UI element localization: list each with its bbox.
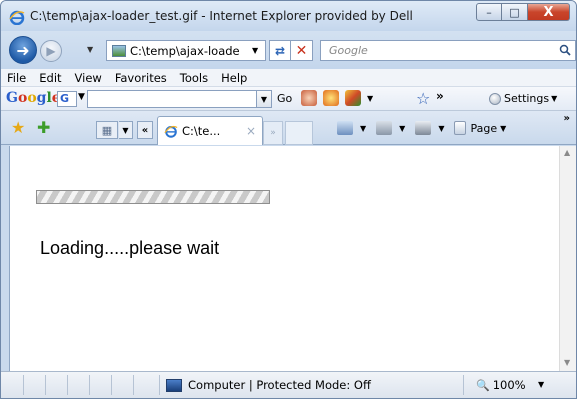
status-divider bbox=[89, 375, 90, 395]
settings-icon bbox=[489, 92, 501, 105]
status-divider bbox=[23, 375, 24, 395]
zoom-control[interactable]: 🔍 100% bbox=[476, 378, 526, 392]
google-toolbar-more[interactable]: » bbox=[436, 89, 444, 103]
tab-active[interactable]: C:\te... × bbox=[157, 116, 263, 145]
address-dropdown[interactable]: ▼ bbox=[252, 46, 258, 55]
command-bar-more[interactable]: » bbox=[564, 113, 570, 124]
google-menu-button[interactable]: G bbox=[57, 91, 77, 107]
settings-label: Settings bbox=[504, 92, 550, 105]
stop-button[interactable]: ✕ bbox=[291, 40, 313, 61]
menu-file[interactable]: File bbox=[7, 71, 26, 85]
google-search-dropdown[interactable]: ▼ bbox=[257, 90, 272, 108]
google-logo[interactable]: Google bbox=[6, 90, 61, 106]
address-bar[interactable]: C:\temp\ajax-loade ▼ bbox=[106, 40, 266, 61]
recent-pages-dropdown[interactable]: ▼ bbox=[87, 45, 93, 54]
scroll-up-icon[interactable]: ▲ bbox=[564, 148, 570, 157]
page-content: Loading.....please wait bbox=[9, 146, 559, 371]
maximize-button[interactable]: □ bbox=[502, 3, 528, 21]
zoom-icon: 🔍 bbox=[476, 378, 490, 392]
google-toolbar-icons: ▼ bbox=[301, 90, 373, 106]
title-bar: C:\temp\ajax-loader_test.gif - Internet … bbox=[1, 1, 576, 31]
forward-button[interactable]: ▶ bbox=[40, 40, 62, 62]
status-divider bbox=[463, 375, 464, 395]
icons-dropdown[interactable]: ▼ bbox=[367, 94, 373, 103]
google-menu-dropdown[interactable]: ▼ bbox=[78, 92, 85, 102]
tab-row: ★ ✚ ▦ ▼ « C:\te... × » ▼ ▼ ▼ Page ▼ » bbox=[1, 111, 576, 145]
status-divider bbox=[159, 375, 160, 395]
menu-favorites[interactable]: Favorites bbox=[115, 71, 167, 85]
tab-title: C:\te... bbox=[182, 124, 221, 138]
status-divider bbox=[111, 375, 112, 395]
scroll-down-icon[interactable]: ▼ bbox=[564, 358, 570, 367]
print-button[interactable]: ▼ bbox=[415, 121, 444, 135]
vertical-scrollbar[interactable]: ▲ ▼ bbox=[559, 146, 576, 371]
home-icon bbox=[337, 121, 353, 135]
image-file-icon bbox=[112, 44, 126, 57]
quick-tabs-button[interactable]: ▦ bbox=[96, 121, 118, 139]
google-bookmark-star-icon[interactable]: ☆ bbox=[416, 89, 430, 108]
search-input[interactable]: Google bbox=[320, 40, 576, 61]
status-bar: Computer | Protected Mode: Off 🔍 100% ▼ bbox=[1, 371, 576, 398]
address-input[interactable]: C:\temp\ajax-loade bbox=[130, 44, 248, 58]
close-icon: X bbox=[543, 4, 554, 20]
home-button[interactable]: ▼ bbox=[337, 121, 366, 135]
security-zone[interactable]: Computer | Protected Mode: Off bbox=[166, 378, 371, 392]
minimize-icon: – bbox=[486, 5, 492, 19]
tab-list-dropdown[interactable]: ▼ bbox=[119, 121, 133, 139]
page-icon bbox=[454, 121, 467, 135]
google-search-input[interactable] bbox=[87, 90, 257, 108]
back-button[interactable]: ➜ bbox=[9, 36, 37, 64]
close-button[interactable]: X bbox=[528, 3, 570, 21]
ie-logo-icon bbox=[164, 125, 178, 138]
ie-logo-icon bbox=[9, 10, 25, 25]
feeds-button[interactable]: ▼ bbox=[376, 121, 405, 135]
google-toolbar: Google G ▼ ▼ Go ▼ ☆ » Settings ▼ bbox=[1, 87, 576, 111]
print-icon bbox=[415, 121, 432, 135]
menu-help[interactable]: Help bbox=[221, 71, 247, 85]
page-menu-button[interactable]: Page ▼ bbox=[454, 121, 506, 135]
minimize-button[interactable]: – bbox=[476, 3, 502, 21]
page-menu-label: Page bbox=[470, 121, 498, 135]
refresh-icon: ⇄ bbox=[274, 43, 286, 58]
search-placeholder: Google bbox=[329, 44, 368, 57]
popup-blocker-icon[interactable] bbox=[345, 90, 361, 106]
menu-tools[interactable]: Tools bbox=[180, 71, 208, 85]
quick-tabs-icon: ▦ bbox=[101, 123, 113, 137]
feeds-icon bbox=[376, 121, 393, 135]
status-divider bbox=[67, 375, 68, 395]
google-go-button[interactable]: Go bbox=[277, 92, 292, 105]
google-settings-button[interactable]: Settings ▼ bbox=[489, 92, 557, 105]
computer-icon bbox=[166, 378, 182, 392]
ajax-loader-bar bbox=[36, 190, 270, 204]
tab-scroll-left[interactable]: « bbox=[137, 121, 153, 139]
loading-message: Loading.....please wait bbox=[40, 238, 220, 258]
menu-view[interactable]: View bbox=[75, 71, 102, 85]
forward-arrow-icon: ▶ bbox=[46, 44, 56, 58]
menu-bar: File Edit View Favorites Tools Help bbox=[1, 69, 576, 87]
tab-close-icon[interactable]: × bbox=[246, 124, 256, 138]
window-controls: – □ X bbox=[476, 3, 570, 21]
command-bar: ▼ ▼ ▼ Page ▼ bbox=[337, 121, 516, 135]
refresh-button[interactable]: ⇄ bbox=[269, 40, 291, 61]
address-row: ➜ ▶ ▼ C:\temp\ajax-loade ▼ ⇄ ✕ Google bbox=[1, 31, 576, 69]
favorites-center-icon[interactable]: ★ bbox=[11, 118, 25, 137]
bookmark-icon[interactable] bbox=[301, 90, 317, 106]
stop-icon: ✕ bbox=[295, 42, 308, 59]
new-tab-button[interactable] bbox=[285, 121, 313, 145]
search-icon[interactable] bbox=[559, 44, 571, 56]
maximize-icon: □ bbox=[509, 5, 520, 19]
settings-dropdown-icon: ▼ bbox=[551, 94, 558, 103]
zoom-dropdown[interactable]: ▼ bbox=[538, 380, 544, 389]
spell-check-icon[interactable] bbox=[323, 90, 339, 106]
menu-edit[interactable]: Edit bbox=[39, 71, 61, 85]
tab-list-more[interactable]: » bbox=[263, 121, 283, 145]
zoom-level: 100% bbox=[492, 378, 526, 392]
security-zone-text: Computer | Protected Mode: Off bbox=[188, 378, 371, 392]
status-divider bbox=[133, 375, 134, 395]
browser-window: C:\temp\ajax-loader_test.gif - Internet … bbox=[0, 0, 577, 399]
status-divider bbox=[45, 375, 46, 395]
back-arrow-icon: ➜ bbox=[16, 40, 30, 60]
add-favorite-icon[interactable]: ✚ bbox=[37, 118, 50, 137]
window-title: C:\temp\ajax-loader_test.gif - Internet … bbox=[30, 9, 413, 23]
